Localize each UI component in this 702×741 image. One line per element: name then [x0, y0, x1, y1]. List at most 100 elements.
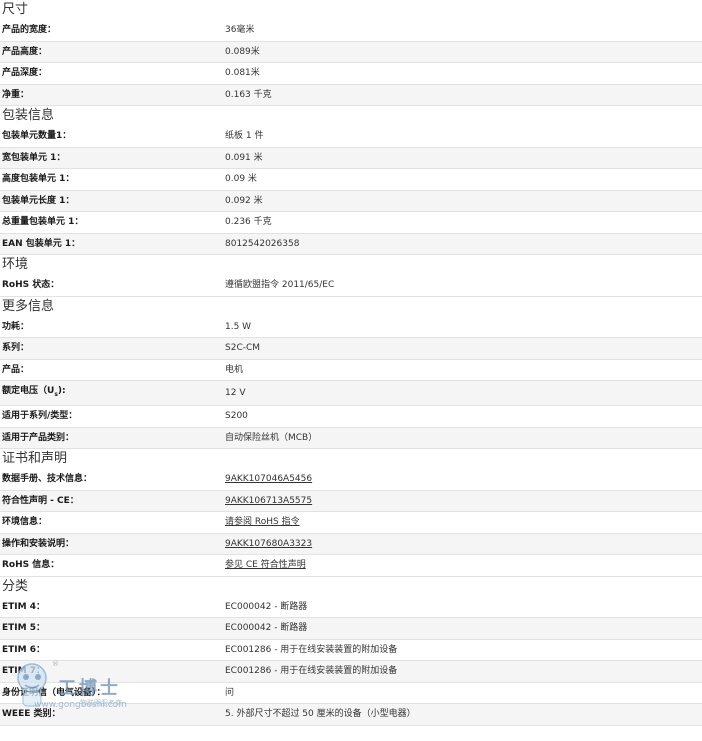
spec-label: ETIM 5：: [0, 617, 221, 640]
spec-label-text: 身份证明信（电气设备）：: [2, 687, 106, 698]
spec-row: 总重量包装单元 1： 0.236 千克: [0, 211, 702, 234]
spec-value[interactable]: 9AKK106713A5575: [221, 490, 702, 513]
spec-label-text: RoHS 状态：: [2, 280, 60, 290]
spec-row: 系列： S2C-CM: [0, 337, 702, 360]
spec-row: 适用于系列/类型： S200: [0, 405, 702, 428]
spec-value: 0.09 米: [221, 168, 702, 191]
spec-label: 适用于产品类别：: [0, 427, 221, 450]
spec-row: 数据手册、技术信息： 9AKK107046A5456: [0, 469, 702, 491]
spec-label: 环境信息：: [0, 511, 221, 534]
spec-label-text: 包装单元长度 1：: [2, 195, 75, 206]
spec-row: ETIM 4： EC000042 - 断路器: [0, 596, 702, 619]
document-link[interactable]: 参见 CE 符合性声明: [225, 560, 306, 570]
spec-value[interactable]: 9AKK107046A5456: [221, 469, 702, 491]
spec-value[interactable]: 9AKK107680A3323: [221, 533, 702, 556]
spec-value[interactable]: 请参阅 RoHS 指令: [221, 511, 702, 534]
spec-label-text: 功耗：: [2, 321, 30, 332]
spec-label-text: 产品深度：: [2, 68, 48, 78]
spec-label: ETIM 4：: [0, 596, 221, 619]
spec-row: 适用于产品类别： 自动保险丝机（MCB）: [0, 427, 702, 450]
spec-table: RoHS 状态： 遵循欧盟指令 2011/65/EC: [0, 275, 702, 297]
spec-row: 包装单元数量1： 纸板 1 件: [0, 126, 702, 148]
spec-label-text: ETIM 7：: [2, 666, 45, 677]
spec-row: 产品： 电机: [0, 359, 702, 381]
document-link[interactable]: 9AKK107680A3323: [225, 539, 312, 549]
spec-table: 数据手册、技术信息： 9AKK107046A5456 符合性声明 - CE： 9AKK…: [0, 469, 702, 577]
spec-table: ETIM 4： EC000042 - 断路器 ETIM 5： EC000042 - 断…: [0, 596, 702, 726]
spec-label-text: 环境信息：: [2, 517, 48, 528]
spec-value[interactable]: 参见 CE 符合性声明: [221, 554, 702, 577]
spec-row: ETIM 5： EC000042 - 断路器: [0, 617, 702, 640]
spec-label-text: 产品高度：: [2, 46, 48, 57]
spec-row: 包装单元长度 1： 0.092 米: [0, 190, 702, 212]
spec-label: RoHS 信息：: [0, 554, 221, 577]
spec-label-text: 产品：: [2, 364, 30, 375]
spec-row: 环境信息： 请参阅 RoHS 指令: [0, 511, 702, 534]
spec-value: 问: [221, 682, 702, 705]
product-spec-page: 尺寸 产品的宽度： 36毫米 产品高度： 0.089米 产品深度： 0.081米 净重： 0.1…: [0, 0, 702, 726]
spec-row: ETIM 6： EC001286 - 用于在线安装装置的附加设备: [0, 639, 702, 662]
section-title: 证书和声明: [2, 451, 68, 467]
spec-label-text: 净重：: [2, 89, 30, 100]
spec-label-text: 系列：: [2, 343, 30, 353]
spec-label-text: 高度包装单元 1：: [2, 174, 75, 184]
document-link[interactable]: 请参阅 RoHS 指令: [225, 517, 300, 527]
spec-label: 包装单元长度 1：: [0, 190, 221, 212]
spec-label-suffix: ):: [57, 386, 66, 396]
spec-label-text: EAN 包装单元 1：: [2, 238, 81, 249]
spec-label: WEEE 类别：: [0, 703, 221, 726]
spec-label-text: WEEE 类别：: [2, 709, 61, 720]
spec-row: 操作和安装说明： 9AKK107680A3323: [0, 533, 702, 556]
document-link[interactable]: 9AKK107046A5456: [225, 474, 312, 484]
spec-value: 5. 外部尺寸不超过 50 厘米的设备（小型电器）: [221, 703, 702, 726]
spec-row: 符合性声明 - CE： 9AKK106713A5575: [0, 490, 702, 513]
spec-label-text: 适用于系列/类型：: [2, 411, 78, 422]
spec-table: 包装单元数量1： 纸板 1 件宽包装单元 1： 0.091 米高度包装单元 1： 0.…: [0, 126, 702, 255]
spec-row: 高度包装单元 1： 0.09 米: [0, 168, 702, 191]
spec-value: 0.163 千克: [221, 84, 702, 106]
spec-value: 1.5 W: [221, 316, 702, 338]
spec-value: EC000042 - 断路器: [221, 596, 702, 619]
spec-label: 总重量包装单元 1：: [0, 211, 221, 234]
spec-label: 数据手册、技术信息：: [0, 469, 221, 491]
spec-label: EAN 包装单元 1：: [0, 233, 221, 255]
spec-label-text: 产品的宽度：: [2, 25, 57, 35]
spec-label: 操作和安装说明：: [0, 533, 221, 556]
spec-row: 身份证明信（电气设备）： 问: [0, 682, 702, 705]
spec-label-text: 总重量包装单元 1：: [2, 217, 84, 227]
spec-label: 宽包装单元 1：: [0, 147, 221, 169]
spec-row: ETIM 7： EC001286 - 用于在线安装装置的附加设备: [0, 660, 702, 683]
spec-label: 系列：: [0, 337, 221, 360]
spec-row: RoHS 信息： 参见 CE 符合性声明: [0, 554, 702, 577]
spec-label: ETIM 6：: [0, 639, 221, 662]
spec-value: 纸板 1 件: [221, 126, 702, 148]
spec-value: S2C-CM: [221, 337, 702, 360]
spec-label: ETIM 7：: [0, 660, 221, 683]
spec-value: EC001286 - 用于在线安装装置的附加设备: [221, 660, 702, 683]
section-title: 尺寸: [2, 2, 29, 17]
spec-row: WEEE 类别： 5. 外部尺寸不超过 50 厘米的设备（小型电器）: [0, 703, 702, 726]
spec-value: EC000042 - 断路器: [221, 617, 702, 640]
spec-label: 额定电压（Us):: [0, 380, 221, 407]
spec-row: 产品高度： 0.089米: [0, 41, 702, 63]
spec-value: 遵循欧盟指令 2011/65/EC: [221, 275, 702, 297]
spec-label: 产品的宽度：: [0, 20, 221, 42]
document-link[interactable]: 9AKK106713A5575: [225, 496, 312, 506]
spec-label-text: RoHS 信息：: [2, 560, 60, 571]
spec-value: 电机: [221, 359, 702, 381]
spec-label: 符合性声明 - CE：: [0, 490, 221, 513]
spec-label: 净重：: [0, 84, 221, 106]
spec-label: 产品高度：: [0, 41, 221, 63]
spec-label: 功耗：: [0, 316, 221, 338]
spec-label-text: 额定电压（U: [2, 386, 55, 396]
spec-row: 产品的宽度： 36毫米: [0, 20, 702, 42]
spec-label: 包装单元数量1：: [0, 126, 221, 148]
spec-label: 适用于系列/类型：: [0, 405, 221, 428]
spec-value: 0.092 米: [221, 190, 702, 212]
spec-value: 0.236 千克: [221, 211, 702, 234]
section-title: 环境: [2, 257, 29, 272]
spec-row: EAN 包装单元 1： 8012542026358: [0, 233, 702, 255]
spec-row: RoHS 状态： 遵循欧盟指令 2011/65/EC: [0, 275, 702, 297]
spec-value: 36毫米: [221, 20, 702, 42]
spec-label-text: 适用于产品类别：: [2, 432, 75, 443]
